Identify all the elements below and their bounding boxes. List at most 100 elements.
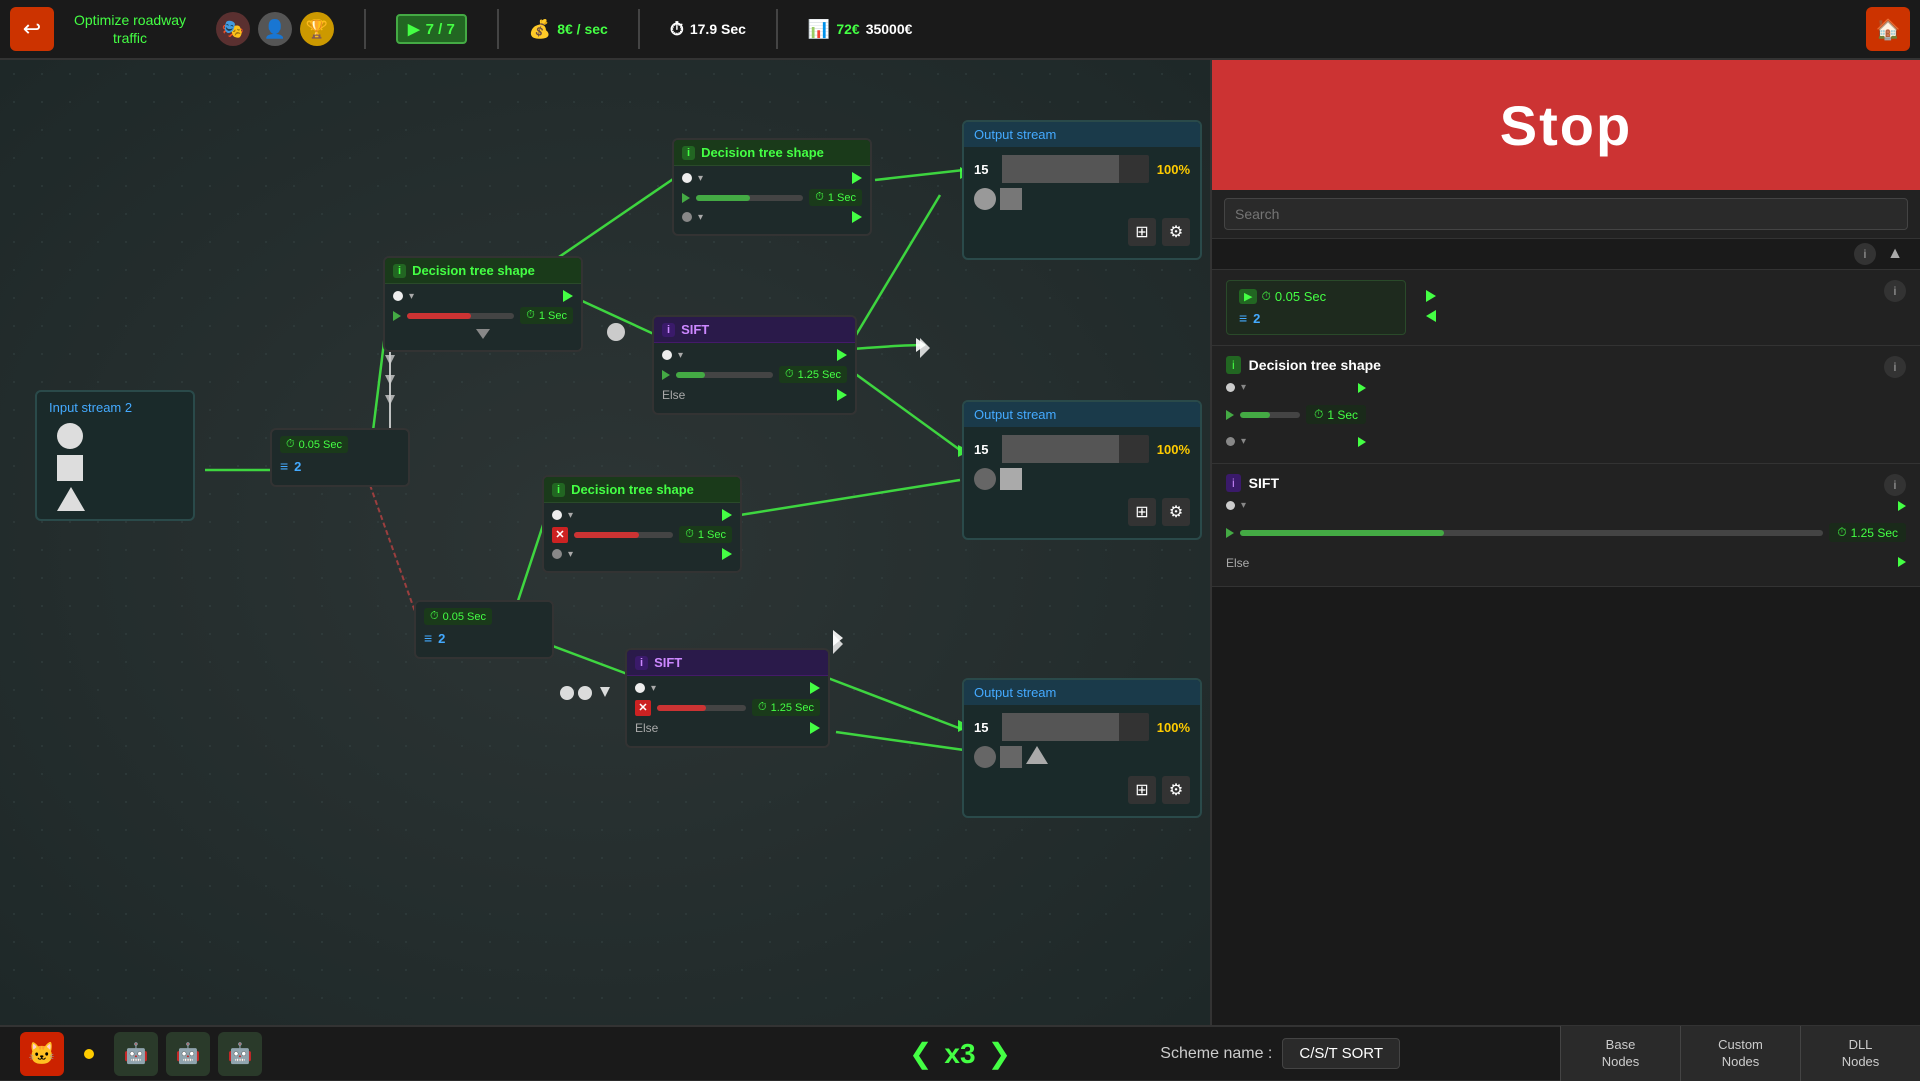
sift1-else-arrow [837,389,847,401]
bb-agent-1[interactable]: 🤖 [114,1032,158,1076]
sift2-timer-val: 1.25 Sec [771,702,814,714]
sift-node-2-header: i SIFT [627,650,828,676]
sift2-dot [635,683,645,693]
info-badge-s2: i [635,656,648,670]
arrow-out-3b [722,548,732,560]
os3-controls[interactable]: ⊞ ⚙ [974,772,1190,808]
bb-agent-2[interactable]: 🤖 [166,1032,210,1076]
os1-square [1000,188,1022,210]
agent-icons-bottom: 🤖 🤖 🤖 [114,1032,262,1076]
arrow-icon: ▶ [408,20,420,38]
os3-gear-btn[interactable]: ⚙ [1162,776,1190,804]
sift-node-1[interactable]: i SIFT ▾ ⏱ 1.25 Sec Else [652,315,857,415]
score1-label: 72€ [836,21,859,37]
topbar: ↩ Optimize roadwaytraffic 🎭 👤 🏆 ▶ 7 / 7 … [0,0,1920,60]
rp-card3-timer-val: 1.25 Sec [1851,526,1898,540]
decision-node-2[interactable]: i Decision tree shape ▾ ⏱ 1 Sec [672,138,872,236]
os3-bar [1002,713,1149,741]
sift-node-2[interactable]: i SIFT ▾ ✕ ⏱ 1.25 Sec Else [625,648,830,748]
decision-node-1[interactable]: i Decision tree shape ▾ ⏱ 1 Sec [383,256,583,352]
sift-node-1-header: i SIFT [654,317,855,343]
sift1-timer: ⏱ 1.25 Sec [779,366,847,383]
home-button[interactable]: 🏠 [1866,7,1910,51]
input-stream-title: Input stream 2 [49,400,181,415]
calc-icon: 📊 [808,19,830,40]
sift-node-2-title: SIFT [654,655,682,670]
sift2-timer: ⏱ 1.25 Sec [752,699,820,716]
rate-label: 8€ / sec [557,21,608,37]
os2-layers-btn[interactable]: ⊞ [1128,498,1156,526]
sift1-timer-icon: ⏱ [785,368,794,381]
speed-node-2[interactable]: ⏱ 0.05 Sec ≡ 2 [414,600,554,659]
rp-mini-node-1: ▶ ⏱ 0.05 Sec ≡ 2 [1226,280,1406,335]
rp-card2-slider [1240,412,1300,418]
arrow-out-1 [563,290,573,302]
status-dot [84,1049,94,1059]
arrow-out-2 [852,172,862,184]
speed1-stack-icon: ≡ [280,458,288,474]
back-button[interactable]: ↩ [10,7,54,51]
rp-card3-title: SIFT [1249,475,1279,491]
bb-agent-3[interactable]: 🤖 [218,1032,262,1076]
d1-timer: ⏱ 1 Sec [520,307,573,324]
rp-card3-arrow-in [1226,528,1234,538]
topbar-right: 🏠 [1866,7,1910,51]
rp-card-1: ▶ ⏱ 0.05 Sec ≡ 2 i [1212,270,1920,346]
rp-card1-arrow-l [1426,310,1436,322]
tab-base-nodes[interactable]: BaseNodes [1560,1026,1680,1081]
os1-bar-fill [1002,155,1119,183]
os1-controls[interactable]: ⊞ ⚙ [974,214,1190,250]
sift1-arrow-out [837,349,847,361]
dot-2b [682,212,692,222]
sift2-timer-icon: ⏱ [758,701,767,714]
rp-card2-title: Decision tree shape [1249,357,1381,373]
scheme-value: C/S/T SORT [1282,1038,1400,1069]
mult-right-arrow[interactable]: ❯ [988,1037,1011,1070]
os2-header: Output stream [964,402,1200,427]
os2-gear-btn[interactable]: ⚙ [1162,498,1190,526]
os2-controls[interactable]: ⊞ ⚙ [974,494,1190,530]
dot-3 [552,510,562,520]
rp-card-3: i SIFT ▾ ⏱ 1.25 Sec Else [1212,464,1920,587]
info-btn-1[interactable]: i [1854,243,1876,265]
slider-1 [407,313,514,319]
os1-gear-btn[interactable]: ⚙ [1162,218,1190,246]
rp-card2-badge: i [1226,356,1241,374]
speed2-timer-icon: ⏱ [430,610,439,623]
stop-button[interactable]: Stop [1212,60,1920,190]
rp-mini-badge-1: ▶ [1239,289,1257,304]
os3-layers-btn[interactable]: ⊞ [1128,776,1156,804]
sift2-else: Else [635,721,658,735]
rp-card2-info[interactable]: i [1884,356,1906,378]
os1-layers-btn[interactable]: ⊞ [1128,218,1156,246]
decision-node-3[interactable]: i Decision tree shape ▾ ✕ ⏱ 1 Sec [542,475,742,573]
tab-dll-nodes[interactable]: DLLNodes [1800,1026,1920,1081]
arrow-out-3 [722,509,732,521]
search-input[interactable] [1224,198,1908,230]
cat-icon-1[interactable]: 🐱 [20,1032,64,1076]
rp-card3-dot1 [1226,501,1235,510]
rate-icon: 💰 [529,19,551,40]
sift1-dot [662,350,672,360]
os1-shapes [974,188,1190,210]
speed-node-1[interactable]: ⏱ 0.05 Sec ≡ 2 [270,428,410,487]
tab-custom-nodes[interactable]: CustomNodes [1680,1026,1800,1081]
rp-card3-timer: ⏱ 1.25 Sec [1829,523,1906,542]
os3-count: 15 [974,720,994,735]
chevron-1: ▾ [409,291,414,302]
rp-card1-info[interactable]: i [1884,280,1906,302]
scheme-label: Scheme name : [1160,1045,1272,1063]
x-mark-s2: ✕ [635,700,651,716]
os2-count: 15 [974,442,994,457]
os1-percent: 100% [1157,162,1190,177]
speed1-timer-icon: ⏱ [286,438,295,451]
mult-left-arrow[interactable]: ❮ [909,1037,932,1070]
arrow-in-1 [393,311,401,321]
decision-node-1-title: Decision tree shape [412,263,535,278]
speed1-timer: ⏱ 0.05 Sec [280,436,348,453]
rp-card2-dot1 [1226,383,1235,392]
os1-bar [1002,155,1149,183]
agent-2: 👤 [258,12,292,46]
rp-card2-timer-val: 1 Sec [1327,408,1358,422]
rp-card3-info[interactable]: i [1884,474,1906,496]
